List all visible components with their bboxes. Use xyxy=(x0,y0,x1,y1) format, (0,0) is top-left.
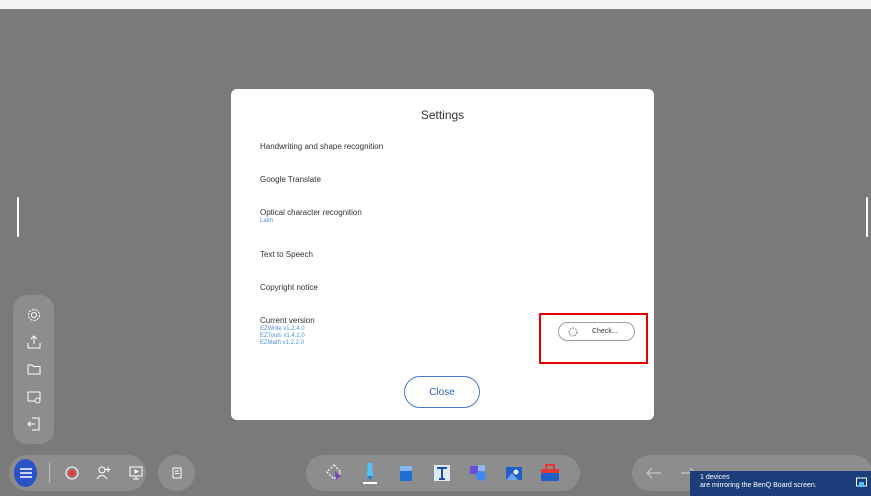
shapes-icon[interactable] xyxy=(466,461,490,485)
setting-google-translate[interactable]: Google Translate xyxy=(260,175,321,184)
setting-text-to-speech[interactable]: Text to Speech xyxy=(260,250,313,259)
toast-line-1: 1 devices xyxy=(700,474,730,481)
toast-line-2: are mirroring the BenQ Board screen. xyxy=(700,482,817,489)
image-icon[interactable] xyxy=(502,461,526,485)
export-icon[interactable] xyxy=(24,332,44,352)
pen-icon[interactable] xyxy=(358,461,382,485)
text-icon[interactable] xyxy=(430,461,454,485)
record-icon[interactable] xyxy=(62,461,82,485)
ocr-language: Latin xyxy=(260,218,274,224)
menu-icon[interactable] xyxy=(14,459,38,487)
highlight-box xyxy=(539,313,648,364)
add-user-icon[interactable] xyxy=(94,461,114,485)
toolbox-icon[interactable] xyxy=(538,461,562,485)
side-menu xyxy=(13,295,54,444)
page-button[interactable] xyxy=(158,455,195,491)
left-edge-handle[interactable] xyxy=(17,197,19,237)
lasso-select-icon[interactable] xyxy=(322,461,346,485)
right-edge-handle[interactable] xyxy=(866,197,868,237)
screen-save-icon[interactable] xyxy=(24,387,44,407)
setting-ocr[interactable]: Optical character recognition xyxy=(260,208,362,217)
eraser-icon[interactable] xyxy=(394,461,418,485)
undo-icon[interactable] xyxy=(642,461,666,485)
cast-icon[interactable] xyxy=(856,477,867,488)
settings-dialog: Settings Handwriting and shape recogniti… xyxy=(231,89,654,420)
version-eztools: EZTools v1.4.2.0 xyxy=(260,333,305,339)
toolbar-center xyxy=(306,455,580,491)
dialog-title: Settings xyxy=(420,108,465,122)
settings-icon[interactable] xyxy=(24,305,44,325)
toolbar-divider xyxy=(49,463,51,483)
version-ezmath: EZMath v1.2.2.0 xyxy=(260,340,305,346)
setting-copyright[interactable]: Copyright notice xyxy=(260,283,318,292)
top-bar xyxy=(0,0,871,9)
pages-icon xyxy=(172,467,181,479)
current-version-label: Current version xyxy=(260,316,315,325)
present-icon[interactable] xyxy=(126,461,146,485)
exit-icon[interactable] xyxy=(24,414,44,434)
mirroring-notification: 1 devices are mirroring the BenQ Board s… xyxy=(690,471,871,496)
folder-icon[interactable] xyxy=(24,359,44,379)
setting-handwriting[interactable]: Handwriting and shape recognition xyxy=(260,142,383,151)
toolbar-left xyxy=(9,455,146,491)
close-button[interactable]: Close xyxy=(404,376,480,408)
version-ezwrite: EZWrite v1.2.4.0 xyxy=(260,326,305,332)
